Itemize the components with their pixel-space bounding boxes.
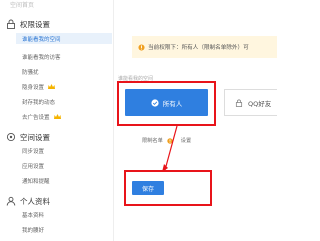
sidebar-item-basic-profile[interactable]: 基本资料 [22,209,44,220]
sidebar-item-hobbies[interactable]: 我的腰好 [22,224,44,235]
lock-icon [7,19,15,29]
sidebar-item-label: 基本资料 [22,212,45,219]
sidebar-group-title: 空间设置 [20,132,50,142]
help-icon[interactable] [167,137,173,144]
sidebar-group-permissions[interactable]: 权限设置 [6,18,50,30]
sidebar-group-title: 权限设置 [20,19,50,29]
sidebar-item-anti-harassment[interactable]: 防骚扰 [22,66,39,77]
everyone-highlight-box [117,81,216,126]
sidebar-item-label: 谁能看我的访客 [22,54,61,61]
sidebar-item-notifications[interactable]: 通知和提醒 [22,175,50,186]
sidebar-item-label: 隐身设置 [22,84,45,91]
settings-sidebar: 空间首页 权限设置 谁能看我的空间 谁能看我的访客 防骚扰 隐身设置 封存我的动… [0,0,114,241]
sidebar-item-archive-feed[interactable]: 封存我的动态 [22,96,55,107]
sidebar-item-label: 谁能看我的空间 [22,36,61,43]
lock-icon [235,99,243,107]
crown-icon [53,114,61,119]
sidebar-item-app-settings[interactable]: 应用设置 [22,160,44,171]
restriction-list-label: 限制名单 [142,138,163,144]
sidebar-item-who-can-view-space[interactable]: 谁能看我的空间 [16,33,112,44]
sidebar-item-invisible-settings[interactable]: 隐身设置 [22,81,56,92]
notice-text: 当前权限下：所有人（限制名单除外）可 [148,45,249,51]
settings-icon [6,132,16,142]
sidebar-item-label: 我的腰好 [22,227,45,234]
sidebar-item-sync-settings[interactable]: 同步设置 [22,145,44,156]
sidebar-item-who-can-view-visitors[interactable]: 谁能看我的访客 [22,51,61,62]
save-highlight-box [124,170,212,206]
restriction-list-row: 限制名单 设置 [142,136,191,145]
sidebar-item-label: 封存我的动态 [22,99,56,106]
sidebar-group-title: 个人资料 [20,196,50,206]
sidebar-item-label: 同步设置 [22,148,45,155]
crown-icon [48,84,56,89]
sidebar-item-label: 应用设置 [22,163,45,170]
qq-friends-option-label: QQ好友 [248,99,272,108]
restriction-settings-link[interactable]: 设置 [181,137,191,144]
person-icon [6,196,16,206]
sidebar-item-label: 防骚扰 [22,69,39,76]
sidebar-group-profile[interactable]: 个人资料 [6,195,50,207]
info-icon [138,43,145,51]
sidebar-item-label: 通知和提醒 [22,178,50,185]
sidebar-item-ad-settings[interactable]: 去广告设置 [22,111,61,122]
permission-notice: 当前权限下：所有人（限制名单除外）可 [132,36,277,58]
sidebar-top-label: 空间首页 [10,2,35,9]
qq-friends-option-button[interactable]: QQ好友 [224,89,277,116]
sidebar-item-label: 去广告设置 [22,114,50,121]
sidebar-group-space-settings[interactable]: 空间设置 [6,131,50,143]
